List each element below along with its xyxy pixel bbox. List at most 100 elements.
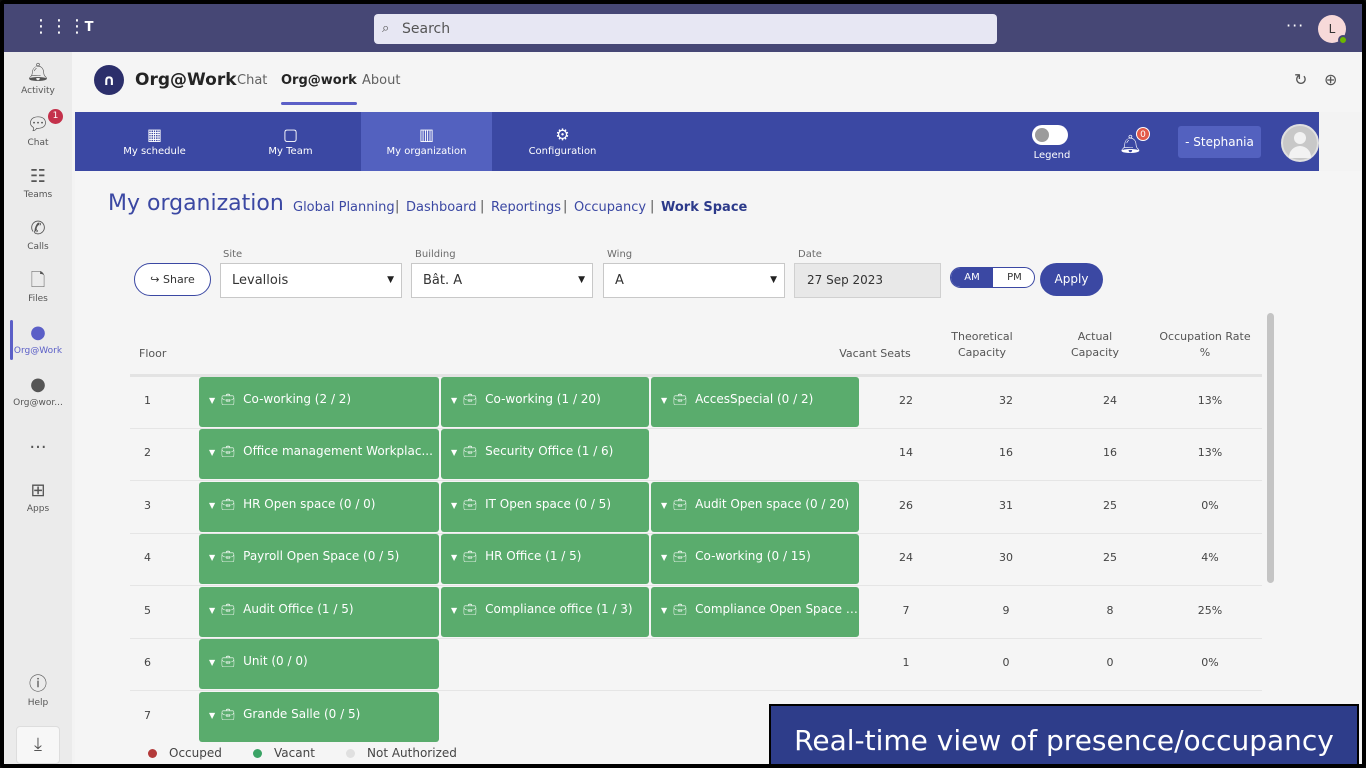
room-label: HR Open space (0 / 0) (243, 497, 376, 511)
room-label: HR Office (1 / 5) (485, 549, 582, 563)
room-tile[interactable]: ▼ 💼︎ Audit Office (1 / 5) (199, 587, 439, 637)
orgwork-icon: ● (30, 322, 46, 343)
wing-label: Wing (607, 249, 633, 260)
rail-item-calls[interactable]: ✆ Calls (4, 218, 72, 252)
caret-down-icon: ▼ (451, 448, 458, 457)
room-label: Co-working (1 / 20) (485, 392, 601, 406)
refresh-icon[interactable]: ↻ (1294, 70, 1307, 89)
room-tile[interactable]: ▼ 💼︎ Compliance office (1 / 3) (441, 587, 649, 637)
room-tile[interactable]: ▼ 💼︎ HR Office (1 / 5) (441, 534, 649, 584)
rail-item-apps[interactable]: ⊞ Apps (4, 480, 72, 514)
rail-item-orgwork[interactable]: ● Org@Work (4, 322, 72, 356)
apply-button[interactable]: Apply (1040, 263, 1103, 296)
caret-down-icon: ▼ (451, 606, 458, 615)
caret-down-icon: ▼ (661, 501, 668, 510)
header-line: Actual (1077, 330, 1113, 343)
site-select[interactable]: Levallois ▼ (220, 263, 402, 298)
room-tile[interactable]: ▼ 💼︎ AccesSpecial (0 / 2) (651, 377, 859, 427)
briefcase-icon: 💼︎ (673, 603, 688, 616)
room-tile[interactable]: ▼ 💼︎ Audit Open space (0 / 20) (651, 482, 859, 532)
rail-item-teams[interactable]: ☷ Teams (4, 166, 72, 200)
gear-icon: ⚙ (555, 125, 570, 144)
download-icon[interactable]: ⤓ (16, 726, 60, 764)
header-line: Capacity (1070, 346, 1120, 359)
room-tile[interactable]: ▼ 💼︎ Grande Salle (0 / 5) (199, 692, 439, 742)
page-title: My organization (108, 191, 284, 216)
profile-initial: L (1328, 22, 1336, 36)
nav-configuration[interactable]: ⚙ Configuration (497, 112, 628, 171)
rail-item-more[interactable]: ... (4, 432, 72, 456)
room-tile[interactable]: ▼ 💼︎ Unit (0 / 0) (199, 639, 439, 689)
more-options-icon[interactable]: ··· (1286, 16, 1304, 35)
am-option[interactable]: AM (951, 268, 993, 287)
occupation-rate: 0% (1201, 656, 1219, 669)
globe-icon[interactable]: ⊕ (1324, 70, 1337, 89)
room-tile[interactable]: ▼ 💼︎ Compliance Open Space (... (651, 587, 859, 637)
wing-select[interactable]: A ▼ (603, 263, 785, 298)
user-button[interactable]: - Stephania (1178, 126, 1261, 158)
search-placeholder: Search (402, 21, 451, 37)
crumb-work-space[interactable]: Work Space (661, 200, 747, 215)
user-avatar[interactable] (1281, 124, 1319, 162)
vacant-seats: 22 (899, 394, 913, 407)
app-launcher-icon[interactable]: ⋮⋮⋮ (32, 16, 86, 38)
vacant-seats: 7 (902, 604, 910, 617)
room-tile[interactable]: ▼ 💼︎ Payroll Open Space (0 / 5) (199, 534, 439, 584)
floor-number: 5 (144, 604, 151, 617)
room-label: Unit (0 / 0) (243, 654, 308, 668)
nav-label: My Team (268, 146, 313, 157)
building-select[interactable]: Bât. A ▼ (411, 263, 593, 298)
floor-number: 4 (144, 551, 151, 564)
rail-item-help[interactable]: ⓘ Help (4, 674, 72, 708)
crumb-occupancy[interactable]: Occupancy (574, 200, 646, 215)
crumb-separator: | (480, 199, 485, 214)
nav-label: My schedule (123, 146, 186, 157)
crumb-separator: | (650, 199, 655, 214)
crumb-global-planning[interactable]: Global Planning (293, 200, 395, 215)
share-button[interactable]: ↪ Share (134, 263, 211, 296)
presence-status-icon (1338, 35, 1348, 45)
tab-chat[interactable]: Chat (237, 73, 267, 88)
legend-occupied: Occuped (148, 746, 222, 760)
room-tile[interactable]: ▼ 💼︎ IT Open space (0 / 5) (441, 482, 649, 532)
table-scrollbar[interactable] (1267, 313, 1274, 583)
rail-label: Chat (27, 138, 49, 148)
pm-option[interactable]: PM (993, 268, 1034, 287)
am-pm-toggle[interactable]: AM PM (950, 267, 1035, 288)
legend-toggle[interactable] (1032, 125, 1068, 145)
caret-down-icon: ▼ (451, 553, 458, 562)
header-line: Capacity (957, 346, 1007, 359)
tab-about[interactable]: About (362, 73, 400, 88)
room-tile[interactable]: ▼ 💼︎ Security Office (1 / 6) (441, 429, 649, 479)
briefcase-icon: 💼︎ (221, 550, 236, 563)
theoretical-capacity: 31 (999, 499, 1013, 512)
nav-my-organization[interactable]: ▥ My organization (361, 112, 492, 171)
caret-down-icon: ▼ (661, 606, 668, 615)
date-field[interactable]: 27 Sep 2023 (794, 263, 941, 298)
nav-my-schedule[interactable]: ▦ My schedule (89, 112, 220, 171)
room-tile[interactable]: ▼ 💼︎ HR Open space (0 / 0) (199, 482, 439, 532)
help-icon: ⓘ (29, 674, 47, 695)
caret-down-icon: ▼ (209, 711, 216, 720)
briefcase-icon: 💼︎ (673, 550, 688, 563)
rail-item-orgwork-2[interactable]: ● Org@wor... (4, 374, 72, 408)
crumb-reportings[interactable]: Reportings (491, 200, 561, 215)
room-tile[interactable]: ▼ 💼︎ Office management Workplac... (199, 429, 439, 479)
caret-down-icon: ▼ (661, 396, 668, 405)
nav-my-team[interactable]: ▢ My Team (225, 112, 356, 171)
room-tile[interactable]: ▼ 💼︎ Co-working (1 / 20) (441, 377, 649, 427)
profile-avatar[interactable]: L (1318, 15, 1348, 45)
search-input[interactable]: ⌕ Search (374, 14, 997, 44)
rail-item-files[interactable]: 🗋 Files (4, 270, 72, 304)
room-tile[interactable]: ▼ 💼︎ Co-working (0 / 15) (651, 534, 859, 584)
rail-item-activity[interactable]: 🔔︎ Activity (4, 62, 72, 96)
crumb-dashboard[interactable]: Dashboard (406, 200, 477, 215)
room-tile[interactable]: ▼ 💼︎ Co-working (2 / 2) (199, 377, 439, 427)
col-header-vacant: Vacant Seats (839, 347, 911, 360)
tab-orgwork[interactable]: Org@work (281, 73, 357, 105)
actual-capacity: 25 (1103, 551, 1117, 564)
toggle-knob (1035, 128, 1049, 142)
legend-label: Legend (1033, 150, 1071, 161)
team-calendar-icon: ▢ (282, 125, 299, 144)
caret-down-icon: ▼ (209, 501, 216, 510)
